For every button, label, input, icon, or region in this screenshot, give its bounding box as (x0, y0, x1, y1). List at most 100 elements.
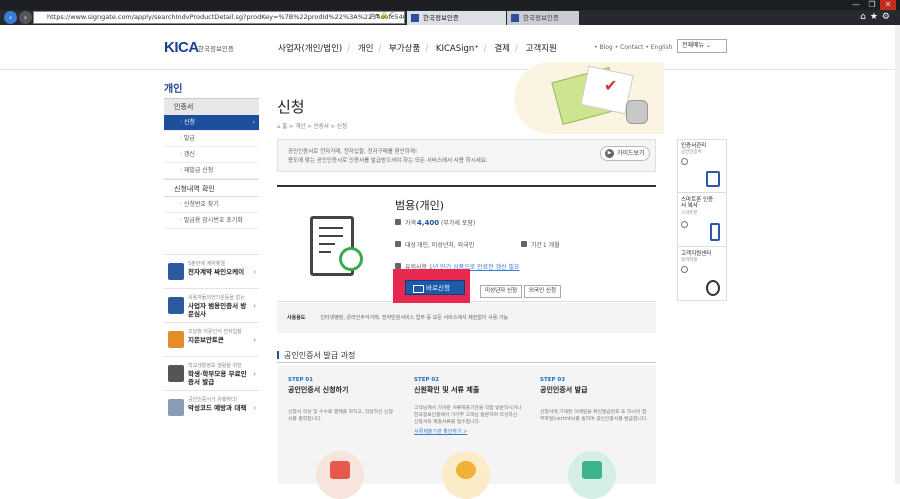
sidebar-item-renew[interactable]: · 갱신 (164, 147, 259, 163)
sidebar-item-reissue[interactable]: · 재발급 신청 (164, 163, 259, 179)
quick-smartphone-copy[interactable]: 스마트폰 인증서 복사 스마트폰 (678, 194, 726, 247)
sidebar-item-label: · 신청 (180, 119, 195, 126)
arrow-circle-icon (681, 158, 688, 165)
quick-support[interactable]: 고객지원센터 원격지원 (678, 248, 726, 301)
sidebar-item-issue[interactable]: · 발급 (164, 131, 259, 147)
target-value: 개인, 미성년자, 외국인 (416, 242, 475, 249)
quick-cert-manage[interactable]: 인증서관리 공인인증서 (678, 140, 726, 193)
banner-title: 학생·학부모용 무료인증서 발급 (188, 370, 247, 386)
chevron-right-icon: › (253, 404, 256, 412)
step-1: STEP 01 공인인증서 신청하기 신청서 작성 및 수수료 결제를 마치고,… (278, 365, 404, 499)
breadcrumb[interactable]: ⌂ 홈 > 개인 > 인증서 > 신청 (277, 122, 347, 130)
close-button[interactable]: ✕ (880, 0, 896, 10)
printer-icon (582, 461, 602, 479)
main-navigation: 사업자(개인/법인) / 개인 / 부가상품 / KICASign⁺ / 결제 / 고객지… (278, 44, 557, 54)
quick-sub: 원격지원 (681, 258, 698, 263)
address-bar[interactable]: https://www.signgate.com/apply/searchInd… (33, 11, 405, 24)
sidebar-title: 개인 (164, 84, 183, 95)
sidebar-item-find-number[interactable]: · 신청번호 찾기 (164, 197, 259, 213)
lock-icon (626, 100, 648, 124)
gnb-payment[interactable]: 결제 (494, 44, 510, 54)
scrollbar[interactable] (895, 25, 900, 484)
submission-link[interactable]: 서류제출기관 확인하기 > (414, 428, 530, 435)
forward-button[interactable]: › (19, 11, 32, 24)
util-links[interactable]: • Blog • Contact • English (594, 44, 672, 51)
logo-subtitle: 한국정보인증 (198, 45, 234, 53)
price-value: 4,400 (416, 219, 440, 227)
period-label: 기간 (521, 240, 542, 249)
maximize-button[interactable]: ❐ (864, 0, 880, 10)
gnb-support[interactable]: 고객지원 (526, 44, 557, 54)
price-row: 가격 4,400 (부가세 포함) (395, 218, 475, 227)
product-name: 범용(개인) (395, 199, 445, 212)
step-3: STEP 03 공인인증서 발급 신청서에 기재된 이메일을 확인발급번호 또 … (530, 365, 656, 499)
arrow-circle-icon (681, 266, 688, 273)
banner-visit[interactable]: 사용자들의안가운등을 없는 사업자 범용인증서 방문심사 › (164, 288, 259, 322)
banner-title: 전자계약 싸인오케이 (188, 268, 245, 276)
step-number: STEP 02 (414, 377, 440, 383)
guide-button[interactable]: ▶ 가이드보기 (600, 146, 650, 161)
price-note: (부가세 포함) (441, 220, 476, 227)
title-bar (0, 0, 900, 10)
sidebar-banners: 5분만에 계약체결 전자계약 싸인오케이 › 사용자들의안가운등을 없는 사업자 범용… (164, 254, 259, 424)
all-menu-button[interactable]: 전체메뉴 ⌄ (677, 39, 727, 53)
guide-label: 가이드보기 (617, 150, 645, 157)
back-button[interactable]: ‹ (4, 11, 17, 24)
minimize-button[interactable]: — (848, 0, 864, 10)
sidebar-group-history[interactable]: 신청내역 확인 (164, 179, 259, 197)
banner-title: 악성코드 예방과 대책 (188, 404, 247, 412)
sidebar-item-apply[interactable]: · 신청 › (164, 115, 259, 131)
toolbar-icons[interactable]: ⌂★⚙ (860, 12, 894, 22)
sidebar-group-certificate[interactable]: 인증서 (164, 98, 259, 115)
banner-sub: 학교생활정보 열람을 위한 (188, 363, 242, 369)
period-row: 기간 1 개월 (521, 240, 560, 249)
banner-title: 사업자 범용인증서 방문심사 (188, 302, 247, 318)
remote-support-icon (706, 280, 720, 296)
page-title: 신청 (277, 98, 305, 116)
step-2: STEP 02 신원확인 및 서류 제출 고객님께서 가까운 서류제출기관을 직… (404, 365, 530, 499)
banner-sub: 조달청 지문인식 전자입찰 (188, 329, 242, 335)
foreigner-apply-button[interactable]: 외국인 신청 (524, 285, 562, 298)
contract-icon (168, 263, 184, 280)
gnb-kicasign[interactable]: KICASign⁺ (436, 44, 479, 54)
checkmark-icon: ✔ (604, 76, 618, 95)
arrow-circle-icon (681, 221, 688, 228)
kica-logo[interactable]: KICA (164, 39, 199, 56)
minor-apply-button[interactable]: 미성년자 신청 (480, 285, 523, 298)
banner-signok[interactable]: 5분만에 계약체결 전자계약 싸인오케이 › (164, 254, 259, 288)
step-desc: 신청서에 기재된 이메일을 확인발급번호 또 하시어 접부파일(certinfo… (540, 410, 648, 422)
chevron-right-icon: › (253, 302, 256, 310)
quick-menu: 인증서관리 공인인증서 스마트폰 인증서 복사 스마트폰 고객지원센터 원격지원 (677, 139, 727, 301)
banner-sub: 5분만에 계약체결 (188, 261, 225, 267)
url-controls[interactable]: ρ ▾ 🔒 C (370, 12, 394, 19)
apply-now-button[interactable]: 바로신청 (405, 280, 465, 295)
quick-sub: 스마트폰 (681, 211, 698, 216)
divider (277, 362, 656, 363)
process-title: 공인인증서 발급 과정 (277, 350, 355, 361)
period-value: 1 개월 (542, 242, 560, 249)
chevron-right-icon: › (253, 370, 256, 378)
step-number: STEP 01 (288, 377, 314, 383)
banner-malware[interactable]: 공인인증서가 유행하다! 악성코드 예방과 대책 › (164, 390, 259, 424)
step-title: 공인인증서 신청하기 (288, 386, 349, 394)
banner-token[interactable]: 조달청 지문인식 전자입찰 지문보안토큰 › (164, 322, 259, 356)
sidebar-nav: 인증서 · 신청 › · 발급 · 갱신 · 재발급 신청 신청내역 확인 · 신… (164, 98, 259, 229)
chevron-right-icon: › (253, 336, 256, 344)
browser-chrome: — ❐ ✕ ‹ › https://www.signgate.com/apply… (0, 0, 900, 25)
sidebar-item-reset-password[interactable]: · 발급용 암시번호 초기화 (164, 213, 259, 229)
info-box: 공인인증서로 전자거래, 전자입찰, 전자구매를 편안하게! 용도에 맞는 공인… (277, 139, 656, 172)
gnb-business[interactable]: 사업자(개인/법인) (278, 44, 342, 54)
tab-active[interactable]: 한국정보인증 (407, 11, 506, 25)
fingerprint-icon (168, 331, 184, 348)
smartphone-icon (710, 223, 720, 241)
gnb-personal[interactable]: 개인 (358, 44, 374, 54)
award-badge-icon (339, 247, 363, 271)
banner-student[interactable]: 학교생활정보 열람을 위한 학생·학부모용 무료인증서 발급 › (164, 356, 259, 390)
step-title: 공인인증서 발급 (540, 386, 588, 394)
banner-title: 지문보안토큰 (188, 336, 224, 344)
chevron-right-icon: › (252, 119, 255, 126)
lock-icon (330, 461, 350, 479)
gnb-addon[interactable]: 부가상품 (389, 44, 420, 54)
quick-sub: 공인인증서 (681, 150, 702, 155)
tab-inactive[interactable]: 한국정보인증 (507, 11, 579, 25)
